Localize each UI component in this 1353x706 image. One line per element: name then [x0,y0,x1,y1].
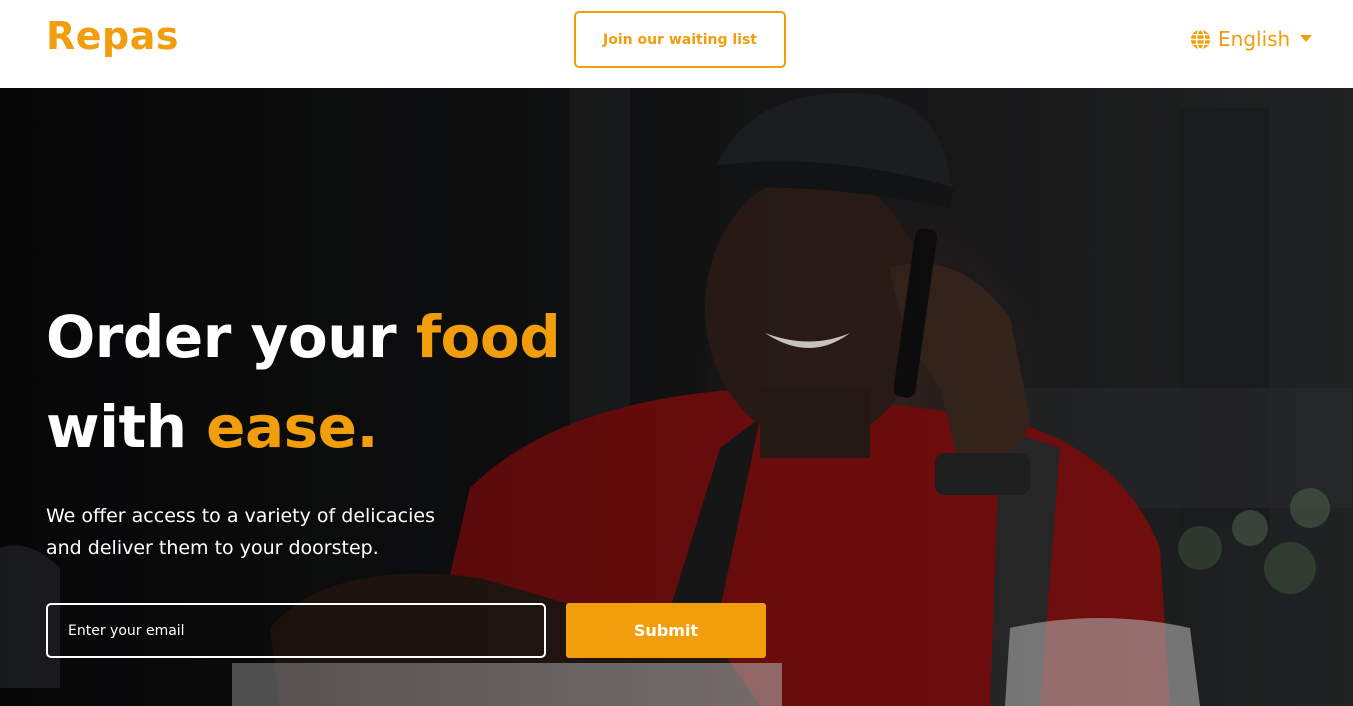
hero-section: Order your food with ease. We offer acce… [0,88,1353,706]
headline-line1-accent: food [415,303,561,371]
hero-headline: Order your food with ease. [46,292,646,472]
language-label: English [1218,27,1291,51]
caret-down-icon [1300,35,1313,42]
join-waiting-list-button[interactable]: Join our waiting list [574,11,786,68]
headline-line2-plain: with [46,393,207,461]
logo[interactable]: Repas [46,14,179,58]
headline-line2-accent: ease. [206,393,379,461]
language-selector[interactable]: English [1190,26,1313,52]
site-header: Repas Join our waiting list English [0,0,1353,88]
subtext-line2: and deliver them to your doorstep. [46,537,379,559]
hero-subtext: We offer access to a variety of delicaci… [46,500,486,564]
email-input[interactable] [46,603,546,658]
headline-line1-plain: Order your [46,303,416,371]
submit-button[interactable]: Submit [566,603,766,658]
subtext-line1: We offer access to a variety of delicaci… [46,505,435,527]
globe-icon [1190,28,1211,50]
